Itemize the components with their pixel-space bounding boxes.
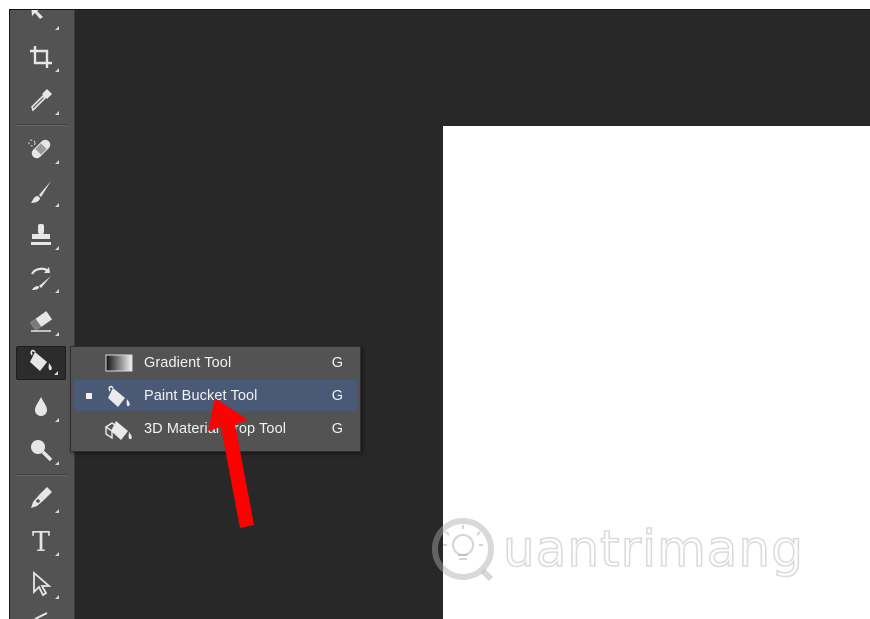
flyout-item-shortcut: G [331, 354, 343, 371]
submenu-indicator [55, 289, 59, 293]
stamp-icon [27, 221, 55, 254]
submenu-indicator [55, 246, 59, 250]
history-brush-tool-button[interactable] [16, 263, 66, 297]
flyout-item-shortcut: G [331, 387, 343, 404]
crop-icon [27, 43, 55, 76]
submenu-indicator [55, 552, 59, 556]
submenu-indicator [55, 160, 59, 164]
red-arrow-annotation [208, 398, 254, 528]
type-tool-button[interactable]: T [16, 526, 66, 560]
pen-tool-button[interactable] [16, 483, 66, 517]
cursor-arrow-icon [27, 570, 55, 603]
brush-tool-button[interactable] [16, 177, 66, 211]
watermark: uantrimang [425, 515, 804, 585]
brush-icon [27, 178, 55, 211]
more-tools-button[interactable] [16, 608, 66, 619]
crop-tool-button[interactable] [16, 42, 66, 76]
eyedropper-tool-button[interactable] [16, 85, 66, 119]
submenu-indicator [55, 595, 59, 599]
submenu-indicator [55, 68, 59, 72]
submenu-indicator [55, 203, 59, 207]
3d-material-drop-icon [103, 414, 135, 443]
tools-panel: T [10, 10, 75, 619]
dodge-tool-button[interactable] [16, 435, 66, 469]
eraser-tool-button[interactable] [16, 306, 66, 340]
type-icon: T [31, 527, 50, 558]
bandage-icon [27, 135, 55, 168]
lightbulb-logo-icon [432, 518, 494, 582]
flyout-item-label: Gradient Tool [144, 354, 232, 371]
watermark-text: uantrimang [502, 519, 804, 579]
toolbar-divider [16, 474, 68, 476]
move-icon [27, 10, 55, 34]
history-brush-icon [27, 264, 55, 297]
eyedropper-icon [27, 86, 55, 119]
submenu-indicator [55, 418, 59, 422]
blur-tool-button[interactable] [16, 392, 66, 426]
paint-bucket-icon [27, 347, 55, 380]
gradient-icon [103, 348, 135, 377]
selected-bullet-icon [86, 392, 92, 399]
magnifier-icon [27, 436, 55, 469]
submenu-indicator [55, 26, 59, 30]
paint-bucket-tool-button[interactable] [16, 346, 66, 380]
path-selection-tool-button[interactable] [16, 569, 66, 603]
shape-icon [27, 609, 55, 619]
droplet-icon [27, 393, 55, 426]
submenu-indicator [55, 461, 59, 465]
submenu-indicator [55, 509, 59, 513]
eraser-icon [27, 307, 55, 340]
spot-healing-tool-button[interactable] [16, 134, 66, 168]
move-tool-button[interactable] [16, 10, 66, 34]
pen-icon [27, 484, 55, 517]
paint-bucket-icon [103, 381, 135, 410]
toolbar-divider [16, 124, 68, 126]
submenu-indicator [55, 111, 59, 115]
flyout-item-shortcut: G [331, 420, 343, 437]
submenu-indicator [55, 332, 59, 336]
clone-stamp-tool-button[interactable] [16, 220, 66, 254]
submenu-indicator [54, 371, 58, 375]
flyout-item-gradient-tool[interactable]: Gradient Tool G [74, 347, 357, 378]
